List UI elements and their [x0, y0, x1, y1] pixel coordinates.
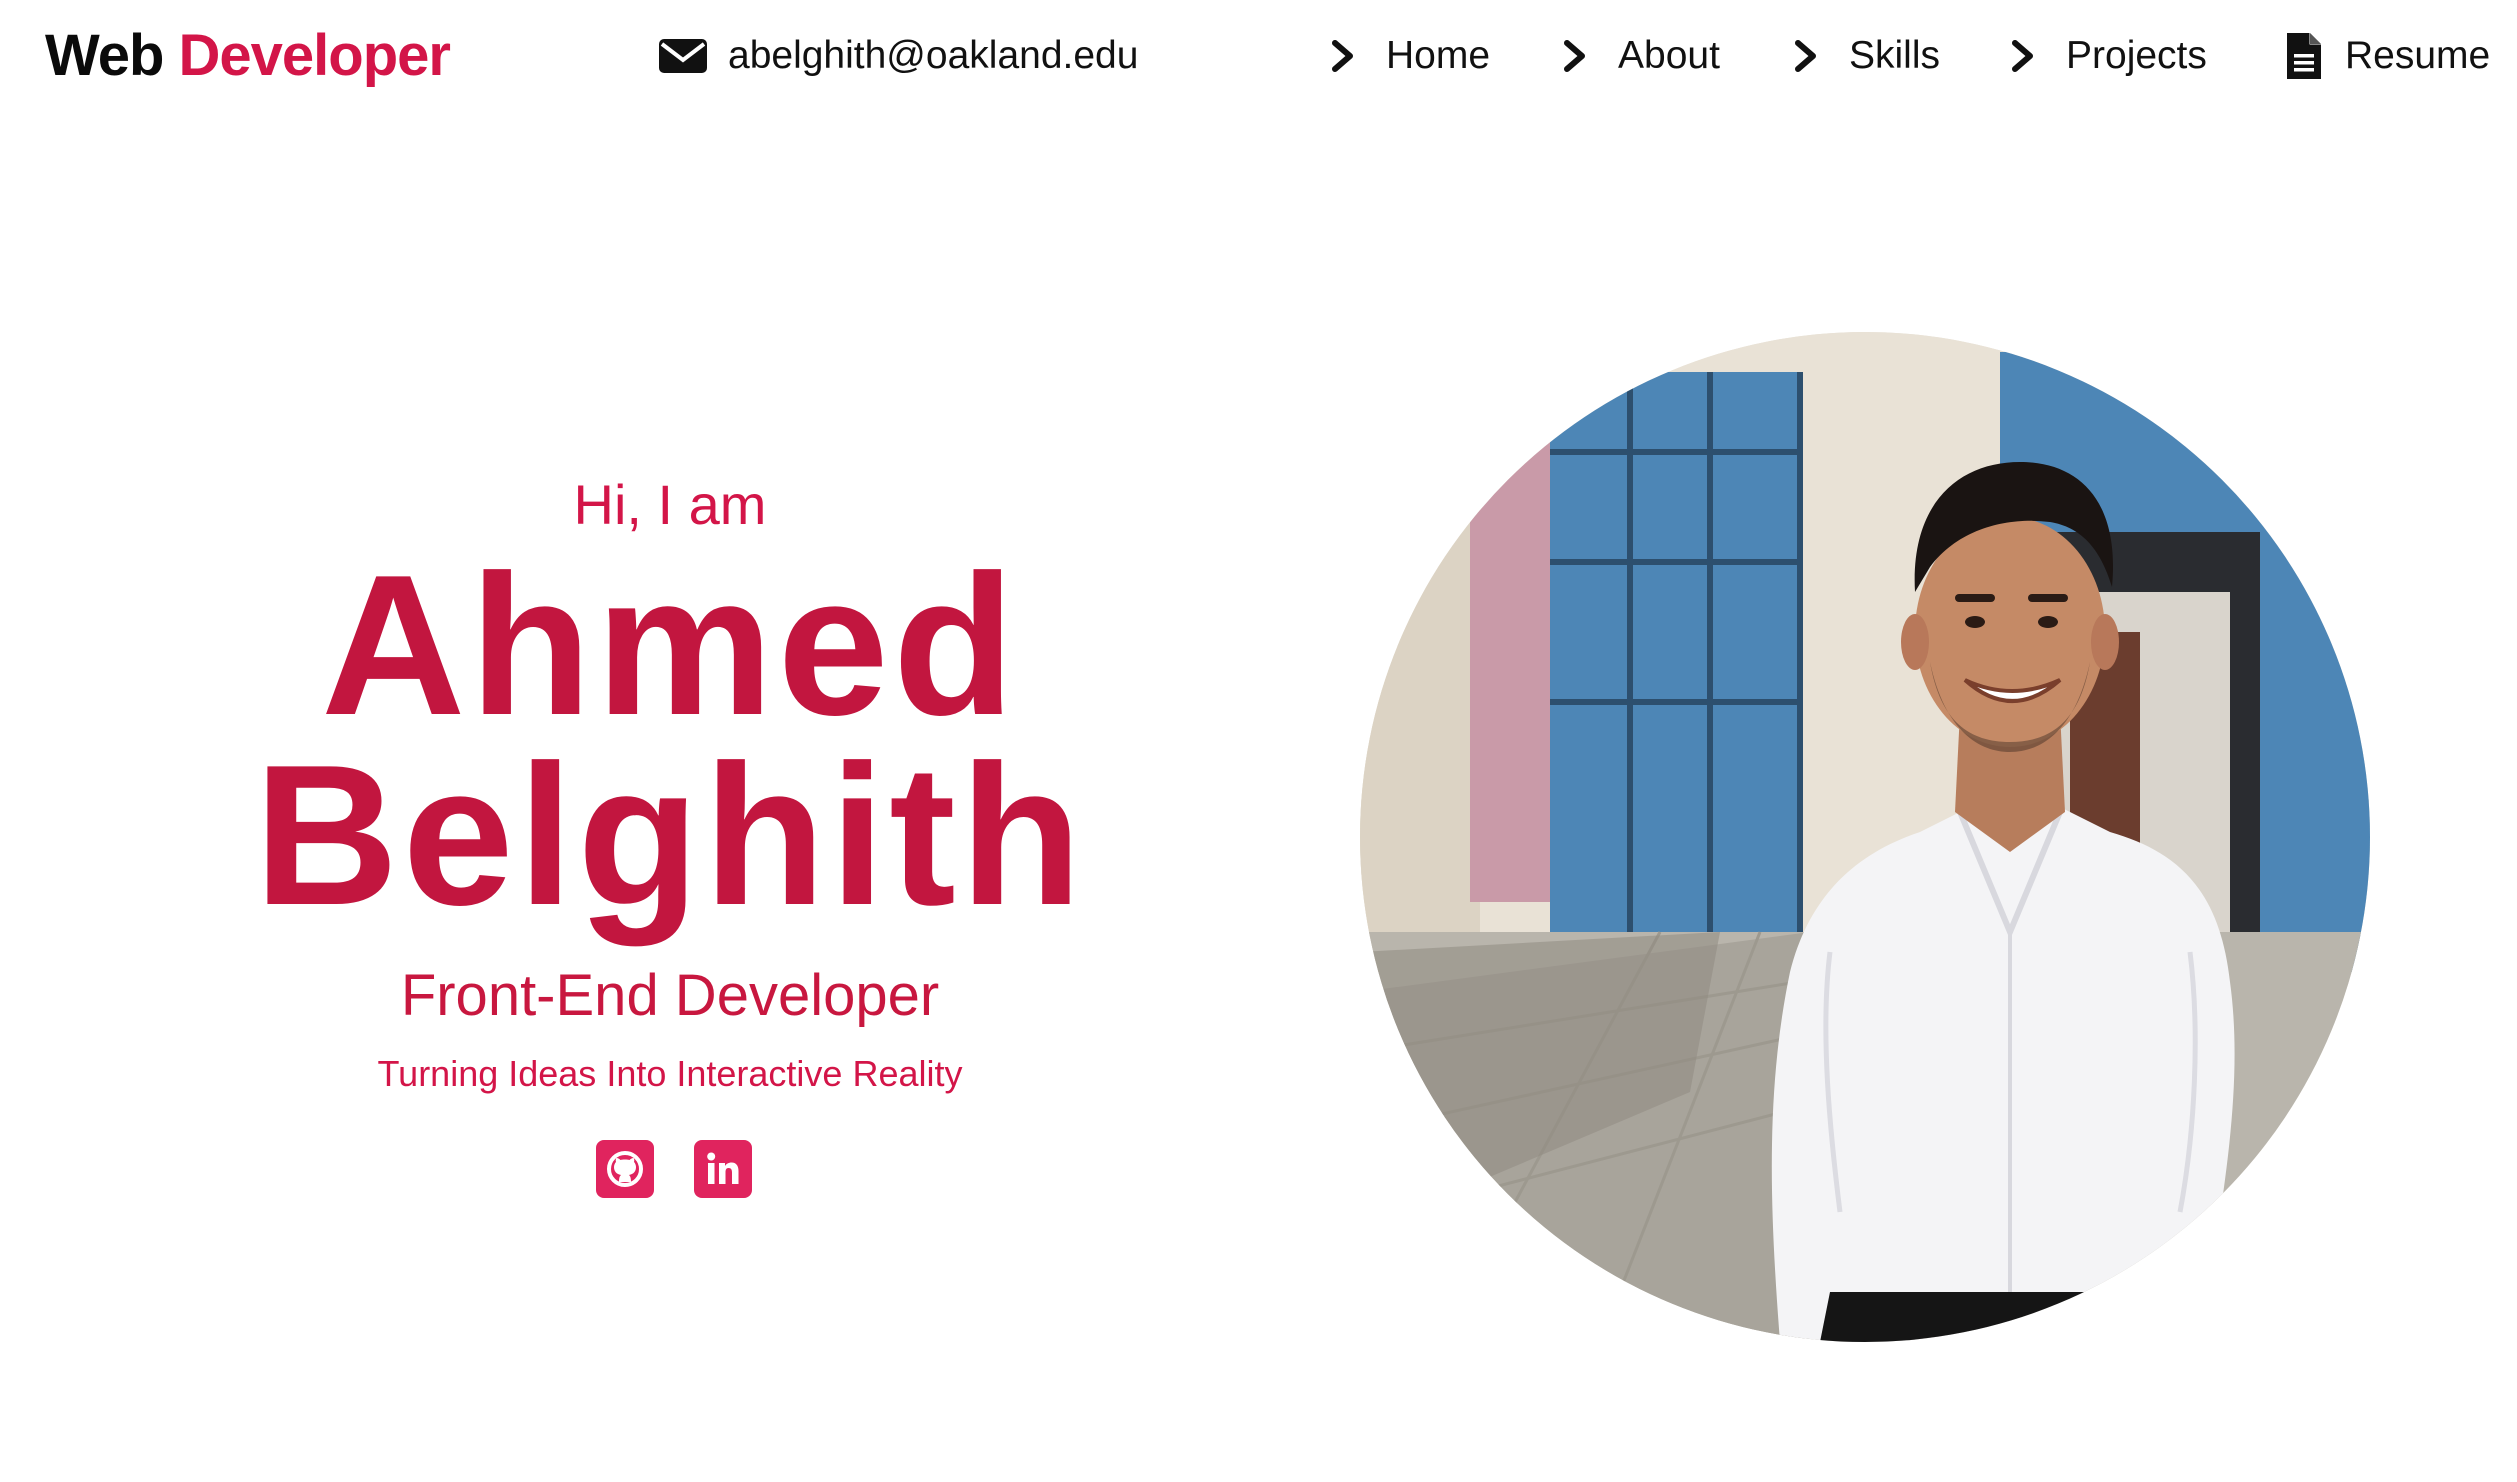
- social-links: [596, 1140, 752, 1200]
- profile-photo: [1360, 332, 2370, 1342]
- brand-word-developer: Developer: [178, 23, 451, 88]
- nav-home[interactable]: Home: [1330, 28, 1490, 84]
- nav-projects-label: Projects: [2066, 34, 2207, 77]
- linkedin-icon: [707, 1152, 739, 1184]
- document-icon: [2287, 33, 2321, 79]
- chevron-right-icon: [1564, 40, 1585, 72]
- nav-skills[interactable]: Skills: [1793, 28, 1940, 84]
- profile-photo-illustration: [1360, 332, 2370, 1342]
- chevron-right-icon: [2012, 40, 2033, 72]
- hero-tagline: Turning Ideas Into Interactive Reality: [377, 1053, 963, 1094]
- nav-home-label: Home: [1386, 34, 1491, 77]
- chevron-right-icon: [1795, 40, 1816, 72]
- github-link[interactable]: [596, 1140, 654, 1198]
- nav-resume[interactable]: Resume: [2285, 28, 2490, 84]
- linkedin-link[interactable]: [694, 1140, 752, 1198]
- nav-about-label: About: [1618, 34, 1720, 77]
- email-link[interactable]: abelghith@oakland.edu: [658, 30, 1138, 82]
- site-header: Web Developer abelghith@oakland.edu Home…: [0, 0, 2517, 112]
- nav-about[interactable]: About: [1562, 28, 1720, 84]
- nav-resume-label: Resume: [2345, 34, 2491, 77]
- chevron-right-icon: [1332, 40, 1353, 72]
- hero-first-name: Ahmed: [321, 534, 1019, 757]
- envelope-icon: [659, 39, 707, 73]
- hero-role: Front-End Developer: [400, 963, 940, 1028]
- github-icon: [607, 1151, 643, 1187]
- nav-projects[interactable]: Projects: [2010, 28, 2207, 84]
- brand-word-web: Web: [45, 23, 164, 88]
- email-text: abelghith@oakland.edu: [728, 34, 1139, 77]
- site-logo[interactable]: Web Developer: [45, 22, 451, 90]
- hero-last-name: Belghith: [254, 724, 1086, 947]
- hero-greeting: Hi, I am: [573, 473, 767, 536]
- nav-skills-label: Skills: [1849, 34, 1941, 77]
